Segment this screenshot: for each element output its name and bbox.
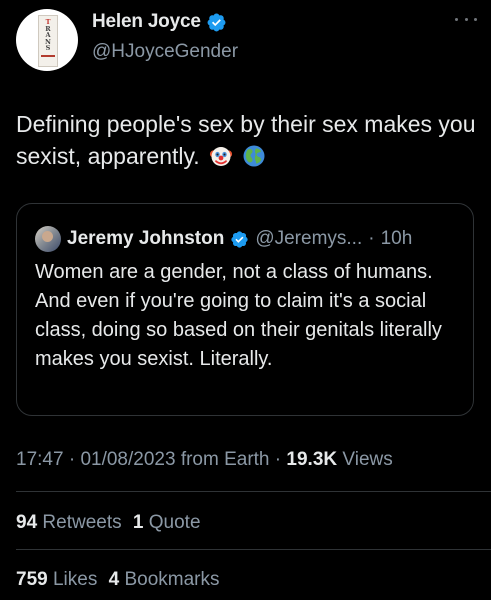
tweet-detail: T R A N S Helen Joyce @HJoyceGender Defi… <box>0 0 491 600</box>
quoted-author-name: Jeremy Johnston <box>67 228 225 249</box>
tweet-meta: 17:47 · 01/08/2023 from Earth · 19.3K Vi… <box>16 449 393 471</box>
tweet-time[interactable]: 17:47 <box>16 449 64 470</box>
likes-stat[interactable]: 759 Likes <box>16 569 97 590</box>
quoted-tweet-text: Women are a gender, not a class of human… <box>35 261 442 370</box>
separator-dot: · <box>368 228 375 249</box>
book-author-strip <box>41 54 55 57</box>
author-handle[interactable]: @HJoyceGender <box>92 41 238 63</box>
bookmarks-label: Bookmarks <box>124 569 220 590</box>
tweet-source: from Earth <box>180 449 270 470</box>
quotes-label: Quote <box>148 512 201 533</box>
clown-face-emoji <box>209 144 233 168</box>
separator-dot: · <box>274 449 282 470</box>
bookmarks-stat[interactable]: 4 Bookmarks <box>109 569 220 590</box>
like-bookmark-stats: 759 Likes 4 Bookmarks <box>16 569 220 591</box>
views-count: 19.3K <box>286 449 338 470</box>
tweet-text: Defining people's sex by their sex makes… <box>16 108 478 172</box>
author-avatar[interactable]: T R A N S <box>16 9 78 71</box>
tweet-date[interactable]: 01/08/2023 <box>80 449 175 470</box>
quoted-tweet-card[interactable]: Jeremy Johnston @Jeremys... · 10h Women ar… <box>16 203 474 416</box>
separator-dot: · <box>68 449 76 470</box>
divider <box>16 549 491 550</box>
globe-emoji <box>242 144 266 168</box>
quotes-count: 1 <box>132 512 144 533</box>
verified-badge-icon[interactable] <box>206 12 227 33</box>
book-letter: S <box>45 44 51 52</box>
quotes-stat[interactable]: 1 Quote <box>133 512 201 533</box>
quoted-tweet-time: 10h <box>380 228 413 249</box>
retweets-count: 94 <box>16 512 38 533</box>
author-name[interactable]: Helen Joyce <box>92 11 201 33</box>
more-options-icon[interactable] <box>455 14 477 24</box>
bookmarks-count: 4 <box>108 569 120 590</box>
quoted-author-handle: @Jeremys... <box>255 228 363 249</box>
likes-label: Likes <box>52 569 98 590</box>
retweets-stat[interactable]: 94 Retweets <box>16 512 122 533</box>
divider <box>16 491 491 492</box>
book-cover-image: T R A N S <box>38 15 58 67</box>
quoted-author-avatar <box>35 226 61 252</box>
likes-count: 759 <box>16 569 48 590</box>
verified-badge-icon <box>230 230 249 249</box>
views-label: Views <box>342 449 393 470</box>
retweet-quote-stats: 94 Retweets 1 Quote <box>16 512 201 534</box>
quoted-tweet-header: Jeremy Johnston @Jeremys... · 10h <box>35 226 412 252</box>
author-name-line: Helen Joyce <box>92 11 227 33</box>
retweets-label: Retweets <box>42 512 122 533</box>
